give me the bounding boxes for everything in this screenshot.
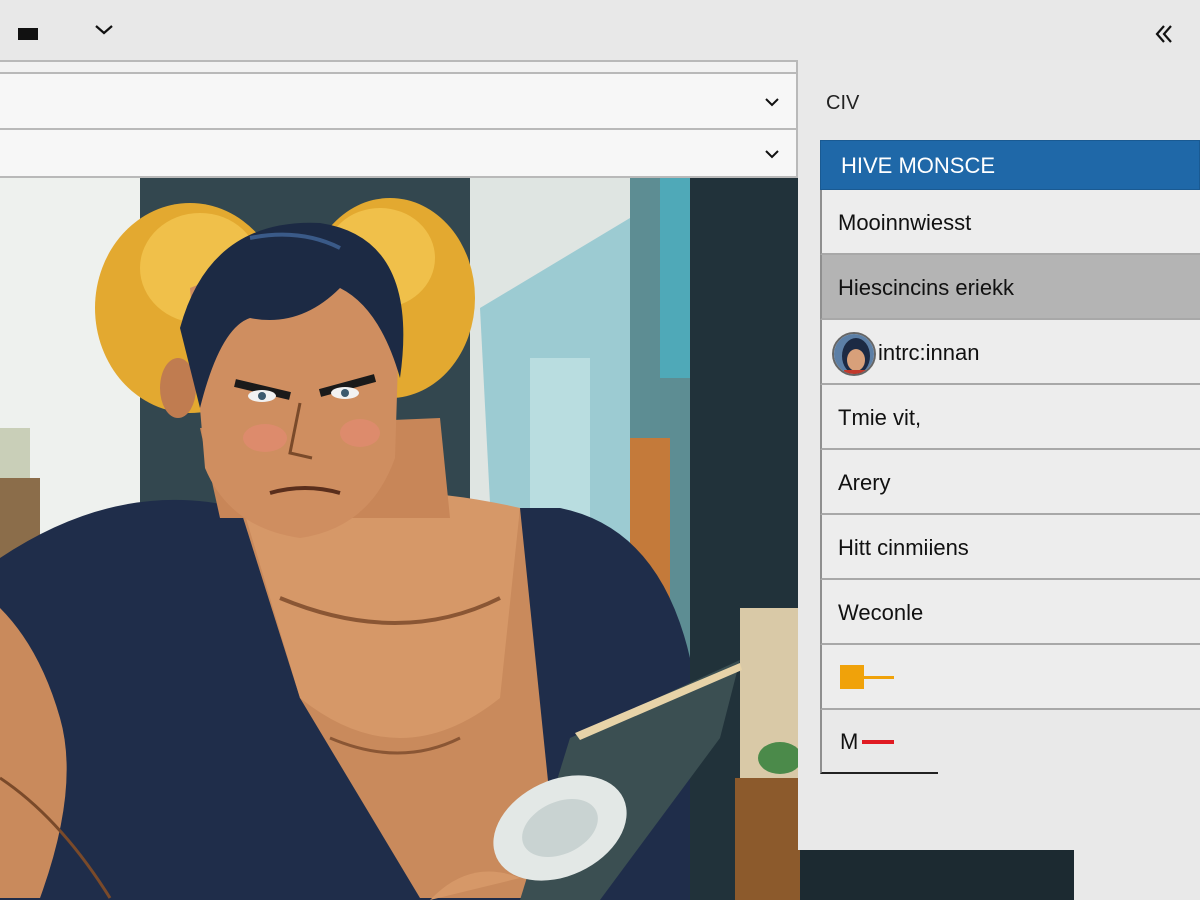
filter-select-1[interactable] xyxy=(0,72,798,130)
list-item[interactable]: Arery xyxy=(820,450,1200,515)
chevron-down-icon[interactable] xyxy=(92,18,116,42)
list-item-label: Hiescincins eriekk xyxy=(838,275,1015,300)
orange-line-icon xyxy=(864,675,894,679)
chevron-down-icon[interactable] xyxy=(762,92,782,112)
list-item[interactable]: Tmie vit, xyxy=(820,385,1200,450)
list-item-label: Arery xyxy=(838,470,891,495)
red-line-icon xyxy=(862,740,895,744)
list-item-label: Hitt cinmiiens xyxy=(838,535,969,560)
list-item-last[interactable]: M xyxy=(820,710,938,774)
app-window: CIV HIVE MONSCE Mooinnwiesst Hiescincins… xyxy=(0,0,1200,900)
list-item-m-row: M xyxy=(840,729,895,754)
right-panel: CIV HIVE MONSCE Mooinnwiesst Hiescincins… xyxy=(798,60,1200,850)
filter-select-2[interactable] xyxy=(0,130,798,178)
color-swatch xyxy=(840,665,894,689)
list-item[interactable]: Weconle xyxy=(820,580,1200,645)
avatar xyxy=(832,332,876,376)
list-item-selected[interactable]: Hiescincins eriekk xyxy=(820,255,1200,320)
filter-strip xyxy=(0,60,798,72)
list-item-label: Mooinnwiesst xyxy=(838,210,972,235)
list-item-color[interactable] xyxy=(820,645,1200,710)
menu-icon[interactable] xyxy=(18,28,38,40)
list-header[interactable]: HIVE MONSCE xyxy=(820,140,1200,190)
collapse-panel-icon[interactable] xyxy=(1150,20,1178,48)
chevron-down-icon[interactable] xyxy=(762,144,782,164)
list-item-label: Tmie vit, xyxy=(838,405,922,430)
list-item-label: M xyxy=(840,729,859,754)
top-toolbar xyxy=(0,0,1200,60)
list-item[interactable]: Hitt cinmiiens xyxy=(820,515,1200,580)
orange-swatch-icon xyxy=(840,665,864,689)
list-item-label: intrc:innan xyxy=(878,340,980,365)
list-item[interactable]: intrc:innan xyxy=(820,320,1200,385)
panel-list: HIVE MONSCE Mooinnwiesst Hiescincins eri… xyxy=(820,140,1200,774)
list-item-label: Weconle xyxy=(838,600,924,625)
list-item[interactable]: Mooinnwiesst xyxy=(820,190,1200,255)
panel-title: CIV xyxy=(826,92,860,114)
